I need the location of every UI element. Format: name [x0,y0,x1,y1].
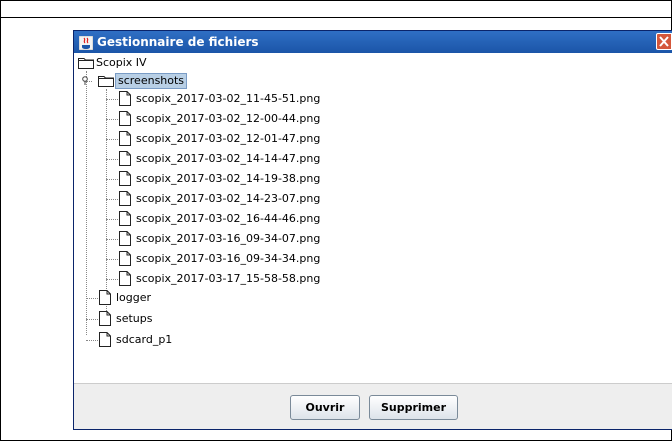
file-manager-dialog: Gestionnaire de fichiers Scopix IV scree… [73,30,672,430]
tree-line [106,259,118,260]
tree-file-label: scopix_2017-03-02_16-44-46.png [136,212,321,225]
file-icon [119,231,131,249]
tree-root-label: Scopix IV [96,56,147,69]
java-app-icon [78,35,94,51]
window-title: Gestionnaire de fichiers [97,35,259,49]
tree-line [86,71,87,335]
tree-file-label: scopix_2017-03-02_14-19-38.png [136,172,321,185]
tree-file-label: scopix_2017-03-17_15-58-58.png [136,272,321,285]
expand-handle-icon[interactable] [82,76,91,85]
file-icon [119,111,131,129]
title-bar[interactable]: Gestionnaire de fichiers [74,31,672,53]
file-icon [119,151,131,169]
tree-root-item[interactable]: logger [99,290,219,306]
tree-file-item[interactable]: scopix_2017-03-02_11-45-51.png [119,91,359,107]
close-button[interactable] [656,33,672,50]
file-icon [119,131,131,149]
delete-button[interactable]: Supprimer [369,395,458,420]
tree-line [106,179,118,180]
dialog-footer: Ouvrir Supprimer [74,383,672,429]
tree-file-label: scopix_2017-03-02_14-14-47.png [136,152,321,165]
tree-line [106,239,118,240]
top-divider [0,17,672,18]
tree-root-item[interactable]: sdcard_p1 [99,332,219,348]
tree-file-item[interactable]: scopix_2017-03-17_15-58-58.png [119,271,359,287]
tree-root-item-label: setups [116,312,153,325]
tree-folder-label: screenshots [115,73,188,89]
file-icon [119,171,131,189]
tree-file-item[interactable]: scopix_2017-03-16_09-34-07.png [119,231,359,247]
tree-file-label: scopix_2017-03-02_12-00-44.png [136,112,321,125]
tree-file-item[interactable]: scopix_2017-03-02_16-44-46.png [119,211,359,227]
tree-root-item[interactable]: setups [99,311,219,327]
tree-line [86,340,98,341]
tree-line [106,119,118,120]
tree-root-item-label: sdcard_p1 [116,333,173,346]
file-icon [99,290,111,308]
tree-file-label: scopix_2017-03-02_14-23-07.png [136,192,321,205]
tree-file-item[interactable]: scopix_2017-03-02_14-19-38.png [119,171,359,187]
file-icon [99,332,111,350]
tree-line [106,99,118,100]
tree-line [86,298,98,299]
tree-file-label: scopix_2017-03-16_09-34-07.png [136,232,321,245]
tree-line [86,319,98,320]
tree-file-item[interactable]: scopix_2017-03-02_12-00-44.png [119,111,359,127]
tree-file-item[interactable]: scopix_2017-03-02_14-23-07.png [119,191,359,207]
tree-line [106,279,118,280]
tree-folder-screenshots[interactable]: screenshots [78,73,218,89]
file-tree[interactable]: Scopix IV screenshots scopix_2017-03-02_… [74,53,672,385]
tree-line [106,219,118,220]
tree-file-label: scopix_2017-03-02_12-01-47.png [136,132,321,145]
file-icon [99,311,111,329]
folder-icon [78,58,94,69]
tree-file-label: scopix_2017-03-16_09-34-34.png [136,252,321,265]
file-icon [119,191,131,209]
file-icon [119,91,131,109]
close-icon [659,36,669,47]
tree-file-label: scopix_2017-03-02_11-45-51.png [136,92,321,105]
tree-line [106,139,118,140]
tree-line [106,199,118,200]
tree-file-item[interactable]: scopix_2017-03-02_12-01-47.png [119,131,359,147]
tree-root[interactable]: Scopix IV [78,55,198,71]
folder-open-icon [98,76,114,87]
tree-file-item[interactable]: scopix_2017-03-02_14-14-47.png [119,151,359,167]
open-button[interactable]: Ouvrir [290,395,360,420]
tree-line [106,159,118,160]
file-icon [119,251,131,269]
file-icon [119,211,131,229]
tree-file-item[interactable]: scopix_2017-03-16_09-34-34.png [119,251,359,267]
tree-root-item-label: logger [116,291,152,304]
file-icon [119,271,131,289]
